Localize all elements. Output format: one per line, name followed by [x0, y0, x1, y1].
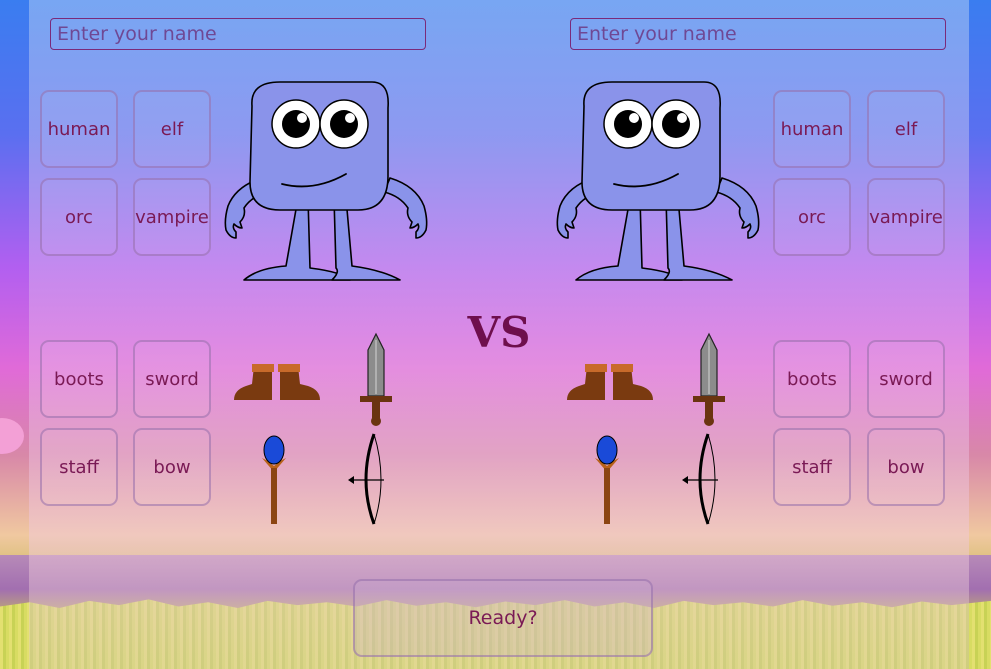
- player2-boots-icon: [567, 364, 653, 400]
- player1-staff-icon: [262, 435, 286, 524]
- player2-race-elf-button[interactable]: elf: [867, 90, 945, 168]
- player1-item-staff-button[interactable]: staff: [40, 428, 118, 506]
- player2-bow-icon: [682, 433, 718, 525]
- player1-race-human-button[interactable]: human: [40, 90, 118, 168]
- player1-item-boots-button[interactable]: boots: [40, 340, 118, 418]
- player2-item-bow-button[interactable]: bow: [867, 428, 945, 506]
- player2-name-input[interactable]: [570, 18, 946, 50]
- player2-item-staff-button[interactable]: staff: [773, 428, 851, 506]
- player1-item-sword-button[interactable]: sword: [133, 340, 211, 418]
- player2-race-vampire-button[interactable]: vampire: [867, 178, 945, 256]
- ready-button[interactable]: Ready?: [353, 579, 653, 657]
- player2-item-sword-button[interactable]: sword: [867, 340, 945, 418]
- player2-monster-avatar: [556, 81, 760, 281]
- player2-item-boots-button[interactable]: boots: [773, 340, 851, 418]
- player1-item-bow-button[interactable]: bow: [133, 428, 211, 506]
- player2-race-orc-button[interactable]: orc: [773, 178, 851, 256]
- player2-staff-icon: [595, 435, 619, 524]
- player1-race-vampire-button[interactable]: vampire: [133, 178, 211, 256]
- player2-race-human-button[interactable]: human: [773, 90, 851, 168]
- player1-boots-icon: [234, 364, 320, 400]
- versus-label: VS: [467, 308, 531, 357]
- player1-monster-avatar: [224, 81, 428, 281]
- player1-race-elf-button[interactable]: elf: [133, 90, 211, 168]
- player1-bow-icon: [348, 433, 384, 525]
- player2-sword-icon: [693, 332, 725, 426]
- player1-name-input[interactable]: [50, 18, 426, 50]
- pink-cloud: [0, 418, 24, 454]
- player1-sword-icon: [360, 332, 392, 426]
- player1-race-orc-button[interactable]: orc: [40, 178, 118, 256]
